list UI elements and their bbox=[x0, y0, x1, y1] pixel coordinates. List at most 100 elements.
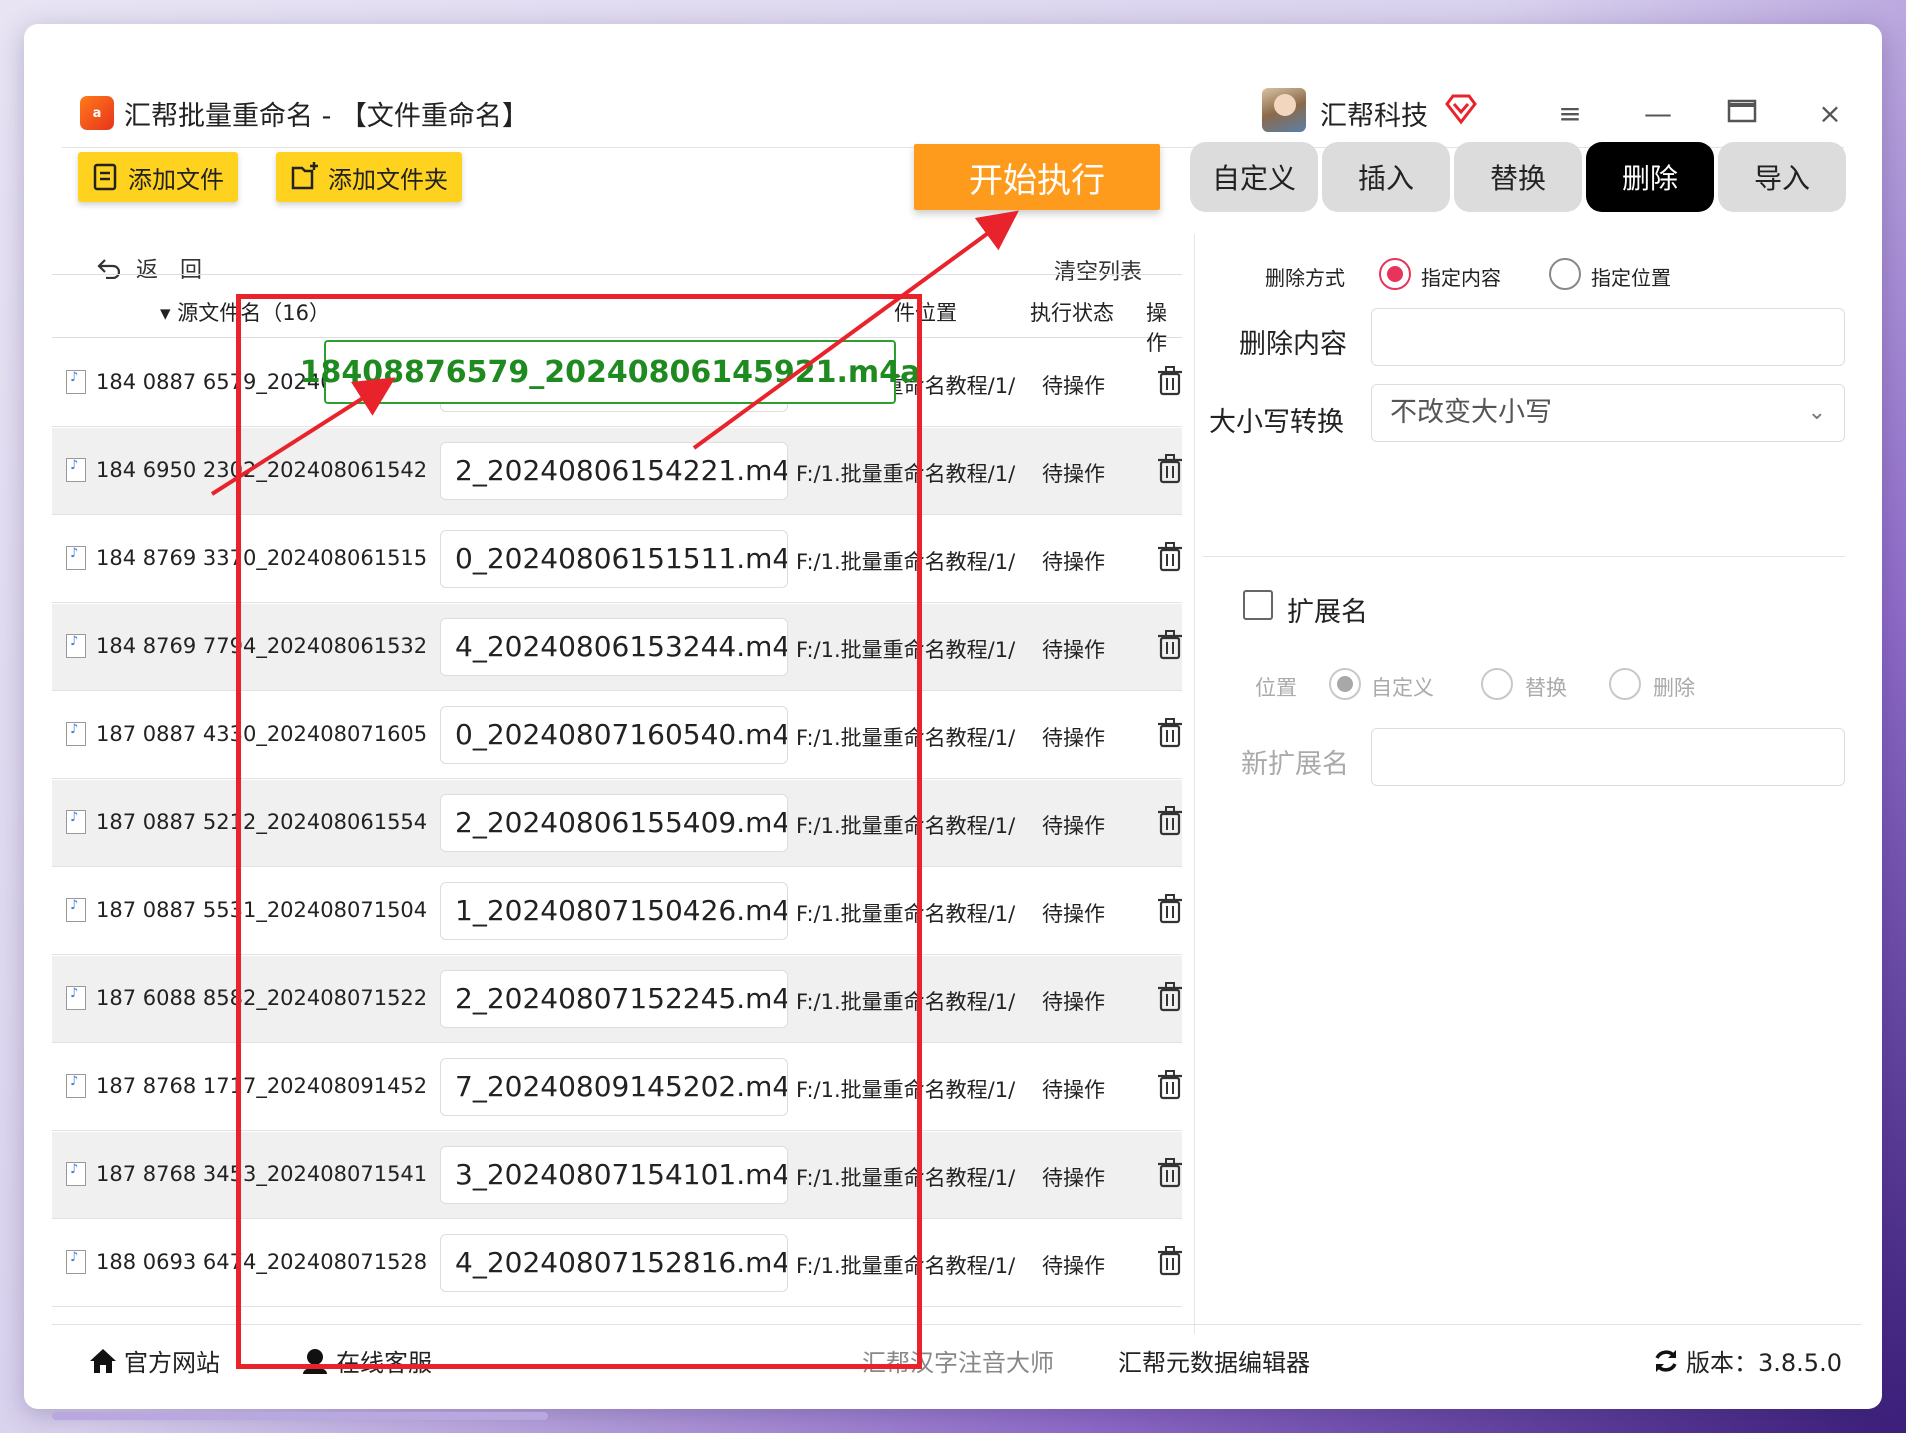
trash-icon[interactable] bbox=[1157, 1246, 1183, 1276]
trash-icon[interactable] bbox=[1157, 1070, 1183, 1100]
new-filename-field[interactable]: 1_20240807150426.m4a bbox=[440, 882, 788, 940]
table-row[interactable]: 187 0887 5531_202408071504 1_202408071504… bbox=[52, 868, 1182, 955]
table-row[interactable]: 184 8769 7794_202408061532 4_202408061532… bbox=[52, 604, 1182, 691]
audio-file-icon bbox=[66, 370, 86, 394]
source-column-header[interactable]: ▾ 源文件名（16） bbox=[160, 297, 330, 327]
version-label: 版本：3.8.5.0 bbox=[1686, 1349, 1842, 1377]
status-text: 待操作 bbox=[1042, 374, 1105, 398]
tab-custom[interactable]: 自定义 bbox=[1190, 142, 1318, 212]
audio-file-icon bbox=[66, 810, 86, 834]
divider bbox=[1203, 556, 1845, 557]
table-row[interactable]: 187 8768 1717_202408091452 7_202408091452… bbox=[52, 1044, 1182, 1131]
tab-insert[interactable]: 插入 bbox=[1322, 142, 1450, 212]
delete-mode-label: 删除方式 bbox=[1265, 266, 1345, 290]
position-delete-radio[interactable] bbox=[1609, 668, 1641, 700]
window-title: 汇帮批量重命名 - 【文件重命名】 bbox=[124, 101, 529, 132]
trash-icon[interactable] bbox=[1157, 542, 1183, 572]
new-filename-field[interactable]: 3_20240807154101.m4a bbox=[440, 1146, 788, 1204]
position-custom-radio[interactable] bbox=[1329, 668, 1361, 700]
new-filename-field[interactable]: 0_20240806151511.m4a bbox=[440, 530, 788, 588]
new-filename-field[interactable]: 7_20240809145202.m4a bbox=[440, 1058, 788, 1116]
audio-file-icon bbox=[66, 898, 86, 922]
delete-content-label: 删除内容 bbox=[1239, 329, 1347, 360]
trash-icon[interactable] bbox=[1157, 1158, 1183, 1188]
add-file-button[interactable]: 添加文件 bbox=[78, 152, 238, 202]
trash-icon[interactable] bbox=[1157, 982, 1183, 1012]
trash-icon[interactable] bbox=[1157, 366, 1183, 396]
table-row[interactable]: 187 6088 8582_202408071522 2_202408071522… bbox=[52, 956, 1182, 1043]
chevron-down-icon: ⌄ bbox=[1807, 400, 1826, 425]
path-column-header: 件位置 bbox=[894, 301, 957, 325]
delete-content-input[interactable] bbox=[1371, 308, 1845, 366]
list-header: ▾ 源文件名（16） 件位置 执行状态 操作 bbox=[52, 274, 1182, 355]
new-filename-field[interactable]: 2_20240807152245.m4a bbox=[440, 970, 788, 1028]
table-row[interactable]: 188 0693 6474_202408071528 4_202408071528… bbox=[52, 1220, 1182, 1307]
table-row[interactable]: 187 8768 3453_202408071541 3_202408071541… bbox=[52, 1132, 1182, 1219]
online-support-label: 在线客服 bbox=[336, 1349, 432, 1377]
source-filename: 188 0693 6474_202408071528 bbox=[96, 1250, 428, 1274]
status-text: 待操作 bbox=[1042, 990, 1105, 1014]
audio-file-icon bbox=[66, 1162, 86, 1186]
status-text: 待操作 bbox=[1042, 726, 1105, 750]
new-filename-field[interactable]: 2_20240806155409.m4a bbox=[440, 794, 788, 852]
audio-file-icon bbox=[66, 986, 86, 1010]
metadata-editor-link[interactable]: 汇帮元数据编辑器 bbox=[1118, 1343, 1310, 1378]
table-row[interactable]: 187 0887 5212_202408061554 2_202408061554… bbox=[52, 780, 1182, 867]
user-avatar[interactable] bbox=[1262, 88, 1306, 132]
status-text: 待操作 bbox=[1042, 550, 1105, 574]
trash-icon[interactable] bbox=[1157, 630, 1183, 660]
table-row[interactable]: 184 8769 3370_202408061515 0_202408061515… bbox=[52, 516, 1182, 603]
status-text: 待操作 bbox=[1042, 638, 1105, 662]
audio-file-icon bbox=[66, 458, 86, 482]
close-icon[interactable]: × bbox=[1814, 98, 1846, 130]
position-replace-radio[interactable] bbox=[1481, 668, 1513, 700]
title-bar: a 汇帮批量重命名 - 【文件重命名】 汇帮科技 ≡ — × bbox=[62, 64, 1844, 148]
new-filename-field[interactable]: 0_20240807160540.m4a bbox=[440, 706, 788, 764]
trash-icon[interactable] bbox=[1157, 718, 1183, 748]
status-text: 待操作 bbox=[1042, 814, 1105, 838]
vip-diamond-icon[interactable] bbox=[1444, 92, 1478, 126]
tab-import[interactable]: 导入 bbox=[1718, 142, 1846, 212]
file-path: F:/1.批量重命名教程/1/ bbox=[796, 550, 1016, 574]
case-convert-select[interactable]: 不改变大小写 ⌄ bbox=[1371, 384, 1845, 442]
refresh-icon[interactable] bbox=[1652, 1347, 1680, 1375]
tab-delete[interactable]: 删除 bbox=[1586, 142, 1714, 212]
add-folder-button[interactable]: 添加文件夹 bbox=[276, 152, 462, 202]
tab-replace[interactable]: 替换 bbox=[1454, 142, 1582, 212]
hanzi-pinyin-link[interactable]: 汇帮汉字注音大师 bbox=[862, 1343, 1054, 1378]
start-button[interactable]: 开始执行 bbox=[914, 144, 1160, 210]
new-filename-field[interactable]: 4_20240806153244.m4a bbox=[440, 618, 788, 676]
status-column-header: 执行状态 bbox=[1030, 301, 1114, 325]
trash-icon[interactable] bbox=[1157, 894, 1183, 924]
status-text: 待操作 bbox=[1042, 462, 1105, 486]
filename-tooltip: 18408876579_20240806145921.m4a bbox=[300, 340, 920, 404]
audio-file-icon bbox=[66, 1250, 86, 1274]
app-window: a 汇帮批量重命名 - 【文件重命名】 汇帮科技 ≡ — × 添加文件 添加文件… bbox=[24, 24, 1882, 1409]
mode-content-radio[interactable] bbox=[1379, 258, 1411, 290]
minimize-icon[interactable]: — bbox=[1642, 98, 1674, 130]
document-icon bbox=[93, 163, 117, 191]
position-delete-label: 删除 bbox=[1653, 676, 1695, 700]
trash-icon[interactable] bbox=[1157, 806, 1183, 836]
file-path: F:/1.批量重命名教程/1/ bbox=[796, 1254, 1016, 1278]
menu-icon[interactable]: ≡ bbox=[1554, 98, 1586, 130]
footer: 官方网站 在线客服 汇帮汉字注音大师 汇帮元数据编辑器 版本：3.8.5.0 bbox=[52, 1324, 1862, 1388]
source-filename: 187 0887 4330_202408071605 bbox=[96, 722, 428, 746]
official-website-link[interactable]: 官方网站 bbox=[88, 1343, 220, 1378]
new-filename-field[interactable]: 4_20240807152816.m4a bbox=[440, 1234, 788, 1292]
source-column-label: 源文件名（16） bbox=[177, 301, 330, 325]
mode-position-radio[interactable] bbox=[1549, 258, 1581, 290]
mode-position-label: 指定位置 bbox=[1591, 266, 1671, 290]
new-filename-field[interactable]: 2_20240806154221.m4a bbox=[440, 442, 788, 500]
new-extension-input[interactable] bbox=[1371, 728, 1845, 786]
trash-icon[interactable] bbox=[1157, 454, 1183, 484]
source-filename: 187 0887 5212_202408061554 bbox=[96, 810, 428, 834]
extension-checkbox[interactable] bbox=[1243, 590, 1273, 620]
maximize-icon[interactable] bbox=[1726, 98, 1758, 130]
online-support-link[interactable]: 在线客服 bbox=[300, 1343, 432, 1378]
audio-file-icon bbox=[66, 722, 86, 746]
table-row[interactable]: 184 6950 2302_202408061542 2_202408061542… bbox=[52, 428, 1182, 515]
horizontal-scrollbar[interactable] bbox=[52, 1412, 548, 1420]
version-info: 版本：3.8.5.0 bbox=[1652, 1343, 1842, 1378]
table-row[interactable]: 187 0887 4330_202408071605 0_202408071605… bbox=[52, 692, 1182, 779]
